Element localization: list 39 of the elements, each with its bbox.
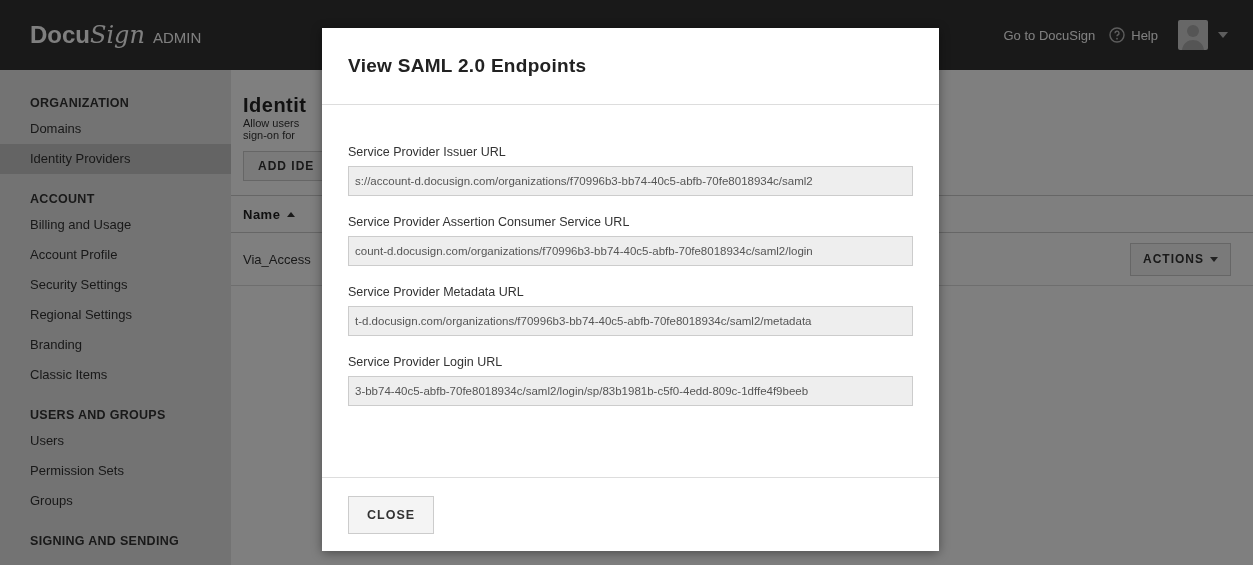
sidebar-item[interactable]: Branding [0, 330, 231, 360]
actions-button[interactable]: ACTIONS [1130, 242, 1231, 276]
help-link[interactable]: Help [1131, 27, 1158, 43]
sidebar-item[interactable]: Billing and Usage [0, 210, 231, 240]
description-text: sign-on for [243, 129, 296, 141]
dialog-title: View SAML 2.0 Endpoints [348, 55, 587, 77]
caret-icon [1210, 256, 1218, 262]
table-cell: Via_Access [243, 251, 311, 267]
sidebar-item[interactable]: Permission Sets [0, 456, 231, 486]
field-label: Service Provider Issuer URL [348, 145, 507, 159]
description-text: Allow users [243, 117, 301, 129]
caret-icon[interactable] [1218, 32, 1228, 38]
page-title: Identit [243, 94, 308, 117]
help-icon[interactable] [1109, 27, 1126, 43]
url-field[interactable]: count-d.docusign.com/organizations/f70996b3-bb74-40c5-abfb-70fe8018934c/saml2/login [348, 236, 913, 266]
url-field[interactable]: 3-bb74-40c5-abfb-70fe8018934c/saml2/login/sp/83b1981b-c5f0-4edd-809c-1dffe4f9beeb [348, 376, 913, 406]
section-heading: SIGNING AND SENDING [29, 533, 180, 550]
field-label: Service Provider Assertion Consumer Service URL [348, 215, 631, 229]
close-button[interactable]: CLOSE [348, 495, 435, 534]
field-label: Service Provider Metadata URL [348, 285, 525, 299]
sidebar-item[interactable]: Groups [0, 486, 231, 516]
sidebar-item[interactable]: Regional Settings [0, 300, 231, 330]
logo[interactable]: DocuSign [30, 21, 145, 49]
column-header[interactable]: Name [243, 206, 296, 222]
admin-label: ADMIN [152, 29, 202, 46]
sidebar-item[interactable]: Domains [0, 114, 231, 144]
sidebar-item[interactable]: Account Profile [0, 240, 231, 270]
sidebar-item[interactable]: Classic Items [0, 360, 231, 390]
go-to-link[interactable]: Go to DocuSign [1003, 27, 1096, 43]
url-field[interactable]: s://account-d.docusign.com/organizations/f70996b3-bb74-40c5-abfb-70fe8018934c/saml2 [348, 166, 913, 196]
section-heading: ACCOUNT [29, 191, 96, 208]
sort-arrow-icon[interactable] [287, 211, 296, 217]
section-heading: USERS AND GROUPS [29, 407, 167, 424]
sidebar-item[interactable]: Users [0, 426, 231, 456]
sidebar-item[interactable]: Security Settings [0, 270, 231, 300]
field-label: Service Provider Login URL [348, 355, 504, 369]
sidebar-item[interactable]: Identity Providers [0, 144, 231, 174]
url-field[interactable]: t-d.docusign.com/organizations/f70996b3-bb74-40c5-abfb-70fe8018934c/saml2/metadata [348, 306, 913, 336]
section-heading: ORGANIZATION [29, 95, 131, 112]
